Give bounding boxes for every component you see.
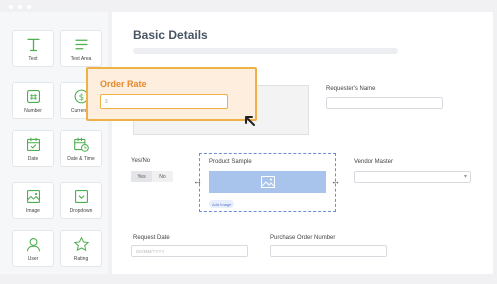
request-date-label: Request Date [133, 235, 170, 241]
palette-item-label: Number [24, 108, 42, 114]
palette-item-text-area[interactable]: Text Area [60, 30, 102, 67]
window-controls [9, 5, 31, 9]
no-option[interactable]: No [152, 171, 173, 182]
palette-item-label: Date & Time [67, 156, 95, 162]
product-sample-image[interactable] [209, 171, 326, 193]
palette-item-label: Rating [73, 256, 89, 262]
user-icon [26, 237, 40, 252]
text-area-icon [75, 39, 87, 50]
svg-text:$: $ [78, 93, 83, 103]
rating-icon [73, 236, 89, 252]
palette-item-label: User [27, 256, 39, 262]
requester-name-label: Requester's Name [326, 86, 376, 92]
palette-item-dropdown[interactable]: Dropdown [60, 182, 102, 219]
palette-item-date[interactable]: Date [12, 130, 54, 167]
text-icon [27, 38, 39, 52]
palette-item-label: Dropdown [69, 208, 93, 214]
palette-item-label: Image [26, 208, 40, 214]
palette-item-number[interactable]: Number [12, 82, 54, 119]
yesno-toggle: Yes No [131, 171, 173, 182]
vendor-master-label: Vendor Master [354, 159, 394, 165]
request-date-placeholder: DD/MM/YYYY [136, 249, 165, 254]
palette-item-user[interactable]: User [12, 230, 54, 267]
po-number-input[interactable] [270, 245, 387, 257]
number-icon [26, 89, 40, 104]
palette-item-date-time[interactable]: Date & Time [60, 130, 102, 167]
mouse-cursor-icon [245, 116, 255, 126]
yes-option[interactable]: Yes [131, 171, 152, 182]
date-icon [26, 137, 40, 152]
palette-item-label: Text Area [70, 56, 92, 62]
add-image-button[interactable]: Add Image [209, 200, 235, 208]
po-number-label: Purchase Order Number [270, 235, 336, 241]
date-time-icon [73, 137, 89, 152]
window-dot [9, 5, 13, 9]
palette-item-text[interactable]: Text [12, 30, 54, 67]
image-placeholder-icon [260, 176, 275, 188]
resize-right-arrow-icon[interactable]: ↔ [331, 177, 340, 186]
section-title: Basic Details [133, 28, 208, 42]
product-sample-label: Product Sample [209, 159, 252, 165]
image-icon [26, 189, 40, 204]
requester-name-input[interactable] [326, 97, 443, 109]
field-palette: Text Text Area Number $ Currency Date Da… [0, 12, 108, 274]
dragging-field-card[interactable]: Order Rate $ [86, 67, 257, 121]
palette-item-label: Date [27, 156, 39, 162]
request-date-input[interactable]: DD/MM/YYYY [131, 245, 248, 257]
currency-placeholder: $ [105, 99, 108, 105]
order-rate-input[interactable]: $ [100, 94, 228, 109]
dropdown-icon [74, 189, 88, 204]
chevron-down-icon: ▾ [463, 174, 467, 180]
yesno-label: Yes/No [131, 158, 151, 164]
section-description-placeholder [133, 48, 398, 54]
palette-item-image[interactable]: Image [12, 182, 54, 219]
order-rate-title: Order Rate [100, 79, 147, 89]
vendor-master-select[interactable]: ▾ [354, 171, 471, 183]
window-dot [18, 5, 22, 9]
palette-item-label: Text [28, 56, 38, 62]
window-dot [27, 5, 31, 9]
palette-item-rating[interactable]: Rating [60, 230, 102, 267]
